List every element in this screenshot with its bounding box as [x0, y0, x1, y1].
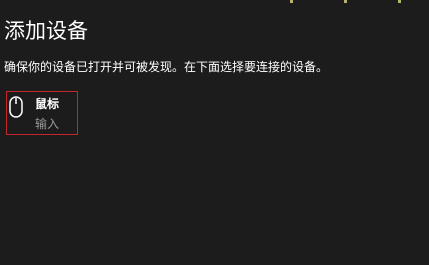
device-name: 鼠标 [35, 97, 60, 111]
device-item-mouse[interactable]: 鼠标 输入 [6, 91, 78, 135]
device-type: 输入 [35, 117, 60, 131]
mouse-icon [9, 96, 23, 118]
dialog-description: 确保你的设备已打开并可被发现。在下面选择要连接的设备。 [4, 60, 329, 74]
top-edge-dot [290, 0, 293, 3]
add-device-dialog: 添加设备 确保你的设备已打开并可被发现。在下面选择要连接的设备。 鼠标 输入 [0, 0, 429, 265]
top-edge-dot [344, 0, 347, 3]
top-edge-dot [398, 0, 401, 3]
dialog-title: 添加设备 [4, 19, 88, 43]
